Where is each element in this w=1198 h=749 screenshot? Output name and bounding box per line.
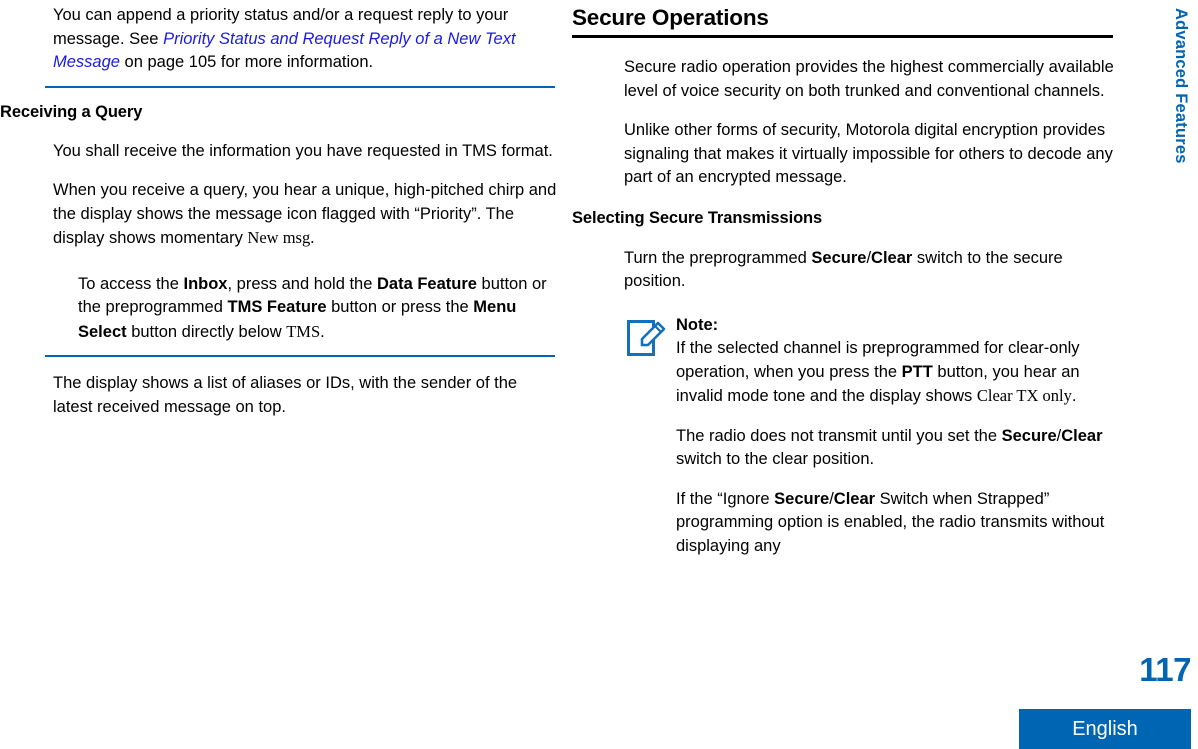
display-text-tms: TMS [286,321,321,341]
heading-selecting-secure-transmissions: Selecting Secure Transmissions [572,208,823,227]
bold-secure-2: Secure [1001,426,1057,445]
note-callout: Note: If the selected channel is preprog… [624,314,1117,559]
paragraph-tms-format: You shall receive the information you ha… [53,141,553,160]
intro-paragraph: You can append a priority status and/or … [53,4,557,75]
bold-clear-1: Clear [871,248,913,267]
no-transmit-t1: The radio does not transmit until you se… [676,426,1002,445]
ignore-strapped-t1: If the “Ignore [676,489,775,508]
section-divider-rule-bottom [45,355,555,357]
left-column: You can append a priority status and/or … [0,0,557,419]
note-title: Note: [676,315,719,334]
access-inbox-t5: button directly below [126,322,287,341]
clear-only-t3: . [1071,387,1077,405]
bold-tms-feature: TMS Feature [227,298,327,316]
paragraph-turn-switch: Turn the preprogrammed Secure/Clear swit… [624,247,1117,294]
access-inbox-t6: . [320,322,325,341]
note-pencil-icon [626,317,666,359]
paragraph-unlike-other-forms: Unlike other forms of security, Motorola… [624,121,1113,186]
paragraph-secure-radio: Secure radio operation provides the high… [624,58,1114,100]
paragraph-alias-list: The display shows a list of aliases or I… [53,374,518,416]
paragraph-query-chirp: When you receive a query, you hear a uni… [53,179,557,251]
bold-inbox: Inbox [183,274,228,293]
section-divider-rule-top [45,85,555,88]
title-underline-rule [572,35,1113,38]
page-title-secure-operations: Secure Operations [572,5,769,30]
access-inbox-t1: To access the [78,274,184,293]
bold-secure-3: Secure [774,489,830,508]
paragraph-access-inbox: To access the Inbox, press and hold the … [78,273,557,345]
note-content: Note: If the selected channel is preprog… [676,314,1117,559]
heading-receiving-a-query: Receiving a Query [0,102,143,121]
display-text-clear-tx-only: Clear TX only [976,386,1072,405]
note-paragraph-clear-only: If the selected channel is preprogrammed… [676,337,1117,409]
bold-clear-3: Clear [833,489,876,508]
intro-text-after-xref: on page 105 for more information. [119,53,374,71]
right-column: Secure Operations Secure radio operation… [572,0,1117,558]
no-transmit-t2: switch to the clear position. [676,450,875,468]
note-paragraph-no-transmit: The radio does not transmit until you se… [676,425,1117,472]
language-badge-label: English [1072,717,1138,740]
manual-page: You can append a priority status and/or … [0,0,1198,749]
access-inbox-t4: button or press the [326,298,474,316]
side-tab-advanced-features: Advanced Features [1152,0,1198,260]
bold-secure-1: Secure [811,248,867,267]
bold-clear-2: Clear [1061,426,1103,445]
side-tab-label: Advanced Features [1172,8,1190,164]
note-paragraph-ignore-strapped: If the “Ignore Secure/Clear Switch when … [676,488,1117,559]
access-inbox-t2: , press and hold the [227,274,377,293]
display-text-new-msg: New msg. [247,228,315,247]
bold-ptt: PTT [901,362,933,381]
language-badge: English [1019,709,1191,749]
turn-switch-t1: Turn the preprogrammed [624,248,812,267]
bold-data-feature: Data Feature [377,274,477,293]
page-number: 117 [1139,651,1191,688]
